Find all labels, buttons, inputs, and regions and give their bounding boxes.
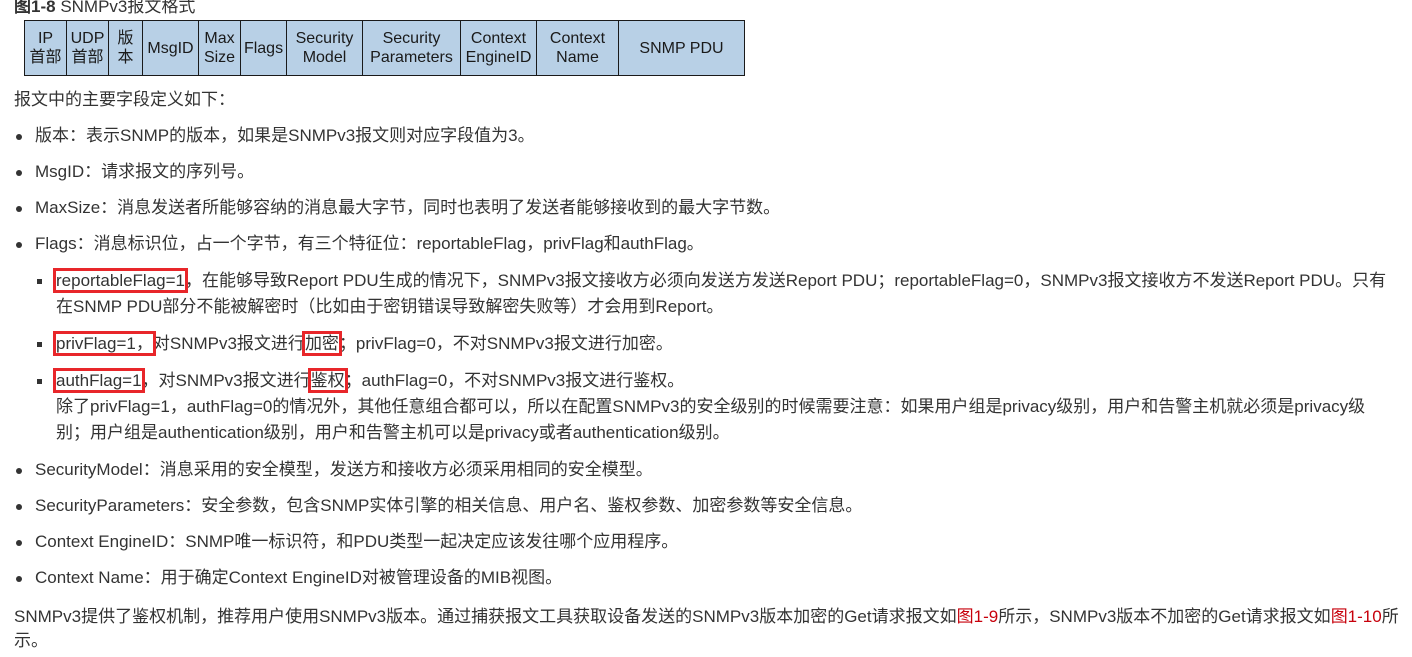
field-ip-header: IP 首部 xyxy=(24,20,67,76)
list-item-version: 版本：表示SNMP的版本，如果是SNMPv3报文则对应字段值为3。 xyxy=(14,124,1399,148)
list-item-flags: Flags：消息标识位，占一个字节，有三个特征位：reportableFlag，… xyxy=(14,232,1399,446)
list-item-security-model: SecurityModel：消息采用的安全模型，发送方和接收方必须采用相同的安全… xyxy=(14,458,1399,482)
field-udp-header: UDP 首部 xyxy=(66,20,109,76)
auth-highlight: 鉴权 xyxy=(307,368,348,393)
privflag-highlight: privFlag=1， xyxy=(53,331,156,356)
figure-1-10-link[interactable]: 图1-10 xyxy=(1331,607,1382,626)
figure-caption-text: SNMPv3报文格式 xyxy=(60,0,196,16)
list-item-context-name: Context Name：用于确定Context EngineID对被管理设备的… xyxy=(14,566,1399,590)
flags-sub-list: reportableFlag=1，在能够导致Report PDU生成的情况下，S… xyxy=(35,268,1399,446)
field-context-engineid: Context EngineID xyxy=(460,20,537,76)
figure-caption: 图1-8 SNMPv3报文格式 xyxy=(14,0,195,17)
authflag-highlight: authFlag=1 xyxy=(53,368,145,393)
authflag-note: 除了privFlag=1，authFlag=0的情况外，其他任意组合都可以，所以… xyxy=(56,397,1366,442)
field-definition-list: 版本：表示SNMP的版本，如果是SNMPv3报文则对应字段值为3。 MsgID：… xyxy=(14,124,1399,590)
list-item-security-parameters: SecurityParameters：安全参数，包含SNMP实体引擎的相关信息、… xyxy=(14,494,1399,518)
field-msgid: MsgID xyxy=(142,20,199,76)
list-item-maxsize: MaxSize：消息发送者所能够容纳的消息最大字节，同时也表明了发送者能够接收到… xyxy=(14,196,1399,220)
snmpv3-packet-format-diagram: IP 首部 UDP 首部 版本 MsgID Max Size Flags Securi… xyxy=(24,20,745,76)
encrypt-highlight: 加密 xyxy=(301,331,342,356)
field-maxsize: Max Size xyxy=(198,20,241,76)
outro-paragraph: SNMPv3提供了鉴权机制，推荐用户使用SNMPv3版本。通过捕获报文工具获取设… xyxy=(14,607,1399,650)
reportableflag-highlight: reportableFlag=1 xyxy=(52,268,189,293)
field-security-parameters: Security Parameters xyxy=(362,20,461,76)
field-flags: Flags xyxy=(240,20,287,76)
figure-label: 图1-8 xyxy=(14,0,56,16)
intro-text: 报文中的主要字段定义如下： xyxy=(14,90,235,109)
list-item-context-engineid: Context EngineID：SNMP唯一标识符，和PDU类型一起决定应该发… xyxy=(14,530,1399,554)
field-context-name: Context Name xyxy=(536,20,619,76)
sub-item-authflag: authFlag=1，对SNMPv3报文进行鉴权；authFlag=0，不对SN… xyxy=(35,368,1399,446)
figure-1-9-link[interactable]: 图1-9 xyxy=(957,607,999,626)
sub-item-privflag: privFlag=1，对SNMPv3报文进行加密；privFlag=0，不对SN… xyxy=(35,331,1399,357)
sub-item-reportableflag: reportableFlag=1，在能够导致Report PDU生成的情况下，S… xyxy=(35,268,1399,320)
field-snmp-pdu: SNMP PDU xyxy=(618,20,745,76)
list-item-msgid: MsgID：请求报文的序列号。 xyxy=(14,160,1399,184)
field-version: 版本 xyxy=(108,20,143,76)
field-security-model: Security Model xyxy=(286,20,363,76)
